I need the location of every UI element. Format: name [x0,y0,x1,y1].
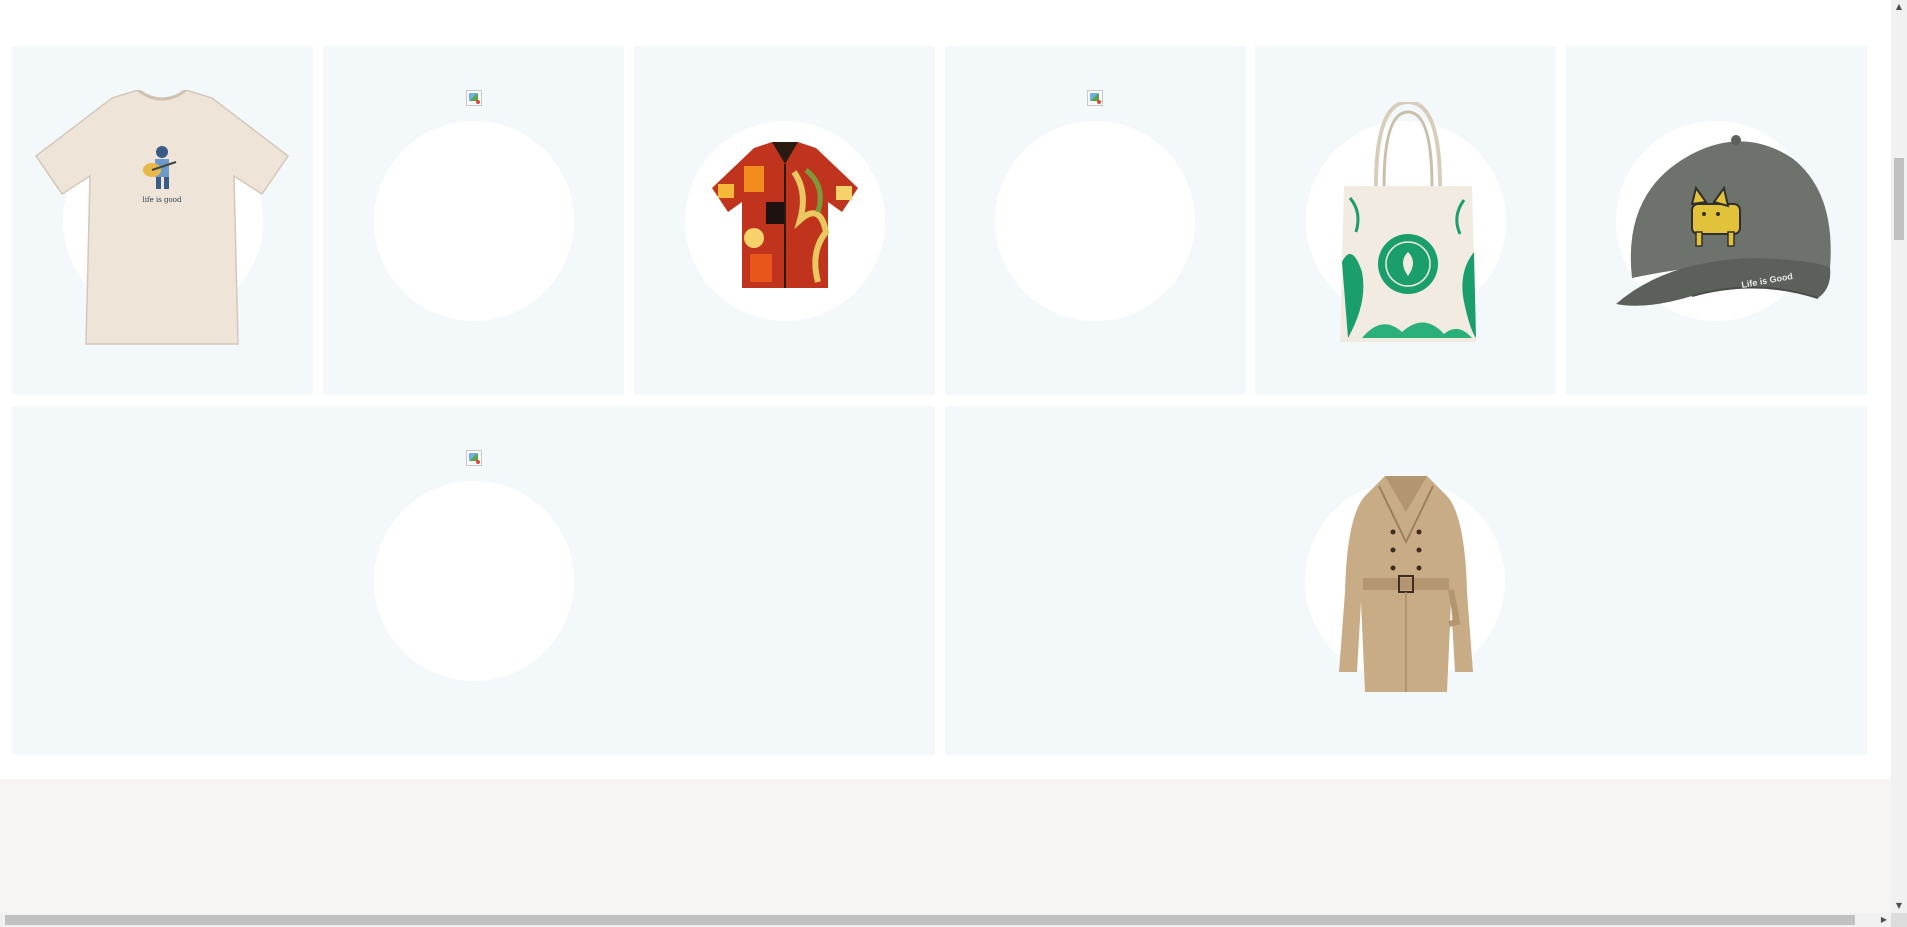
product-card-4[interactable] [945,46,1246,395]
scroll-down-icon[interactable]: ▼ [1891,899,1907,913]
hawaiian-shirt-image[interactable] [710,142,860,290]
cap-cat-image[interactable]: Life is Good [1596,128,1846,316]
tshirt-guitar-image[interactable]: life is good [34,90,290,350]
vertical-scroll-thumb[interactable] [1894,158,1904,240]
horizontal-scroll-thumb[interactable] [5,915,1855,925]
viewport: life is good Life is Good [0,0,1891,913]
broken-image-icon [466,90,482,106]
product-card-hawaiian-shirt[interactable] [634,46,935,395]
product-card-trench-coat[interactable] [945,406,1867,755]
image-backdrop-circle [995,121,1195,321]
horizontal-scrollbar[interactable]: ▶ [0,913,1891,927]
product-card-2[interactable] [323,46,624,395]
trench-coat-image[interactable] [1335,472,1477,694]
scrollbar-corner [1891,913,1907,927]
product-grid: life is good Life is Good [0,0,1891,779]
product-card-tote-bag[interactable] [1255,46,1556,395]
page: life is good Life is Good ▲ ▼ ▶ [0,0,1907,927]
scroll-up-icon[interactable]: ▲ [1891,0,1907,14]
image-backdrop-circle [374,481,574,681]
tshirt-print-text: life is good [143,196,182,204]
product-card-7[interactable] [12,406,935,755]
tote-bag-image[interactable] [1332,102,1482,344]
product-card-tshirt[interactable]: life is good [12,46,313,395]
broken-image-icon [466,450,482,466]
broken-image-icon [1087,90,1103,106]
product-card-cap[interactable]: Life is Good [1566,46,1867,395]
scroll-right-icon[interactable]: ▶ [1877,913,1891,927]
vertical-scrollbar[interactable]: ▲ ▼ [1891,0,1907,913]
footer-band [0,779,1891,913]
image-backdrop-circle [374,121,574,321]
